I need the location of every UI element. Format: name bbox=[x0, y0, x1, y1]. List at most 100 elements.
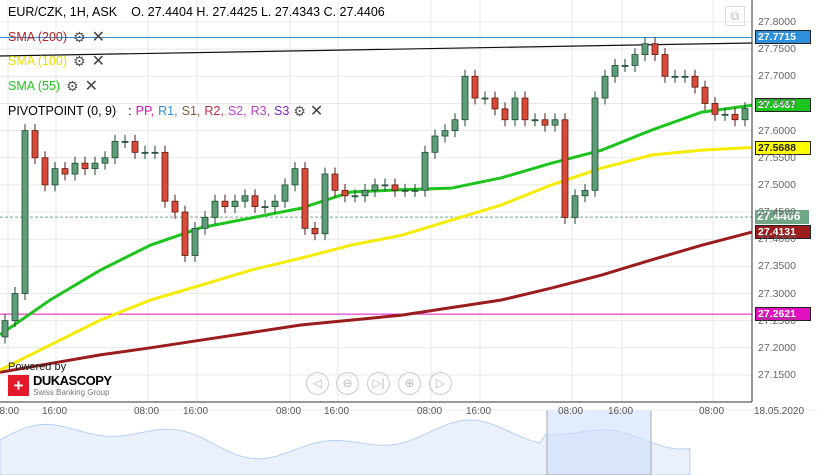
candle-bearish bbox=[541, 119, 549, 126]
popout-icon[interactable]: ⧉ bbox=[725, 6, 745, 26]
candle-bearish bbox=[81, 162, 89, 170]
candle-bullish bbox=[351, 195, 359, 198]
candle-bullish bbox=[741, 108, 749, 121]
close-icon[interactable]: ✕ bbox=[92, 27, 105, 47]
candle-bearish bbox=[491, 97, 499, 110]
scroll-to-end-button[interactable]: ▷| bbox=[367, 372, 390, 395]
candle-bearish bbox=[311, 227, 319, 235]
pivot-level-label: R2, bbox=[204, 104, 224, 118]
indicator-label: PIVOTPOINT (0, 9) bbox=[8, 104, 117, 118]
price-tick-label: 27.5000 bbox=[758, 178, 796, 191]
time-tick-label: 18.05.2020 bbox=[754, 406, 805, 417]
time-tick-label: 16:00 bbox=[466, 406, 492, 417]
time-tick-label: 08:00 bbox=[417, 406, 443, 417]
price-tick-label: 27.3000 bbox=[758, 287, 796, 300]
time-tick-label: 08:00 bbox=[276, 406, 302, 417]
candle-bearish bbox=[221, 200, 229, 208]
close-icon[interactable]: ✕ bbox=[92, 51, 105, 71]
candle-bullish bbox=[21, 130, 29, 294]
candle-bearish bbox=[301, 168, 309, 229]
candle-bullish bbox=[531, 119, 539, 122]
candle-bullish bbox=[641, 43, 649, 55]
price-tick-label: 27.5500 bbox=[758, 151, 796, 164]
candle-bearish bbox=[41, 157, 49, 186]
candle-bullish bbox=[111, 141, 119, 159]
candle-bullish bbox=[321, 173, 329, 235]
time-tick-label: 16:00 bbox=[183, 406, 209, 417]
price-tick-label: 27.7000 bbox=[758, 70, 796, 83]
candle-bullish bbox=[201, 217, 209, 229]
brand-name: DUKASCOPY bbox=[33, 373, 112, 388]
pivot-level-label: S1, bbox=[181, 104, 201, 118]
candle-bullish bbox=[611, 65, 619, 77]
candle-bullish bbox=[581, 189, 589, 197]
candle-bearish bbox=[501, 108, 509, 121]
pivot-levels: PP, R1, S1, R2, S2, R3, S3 bbox=[136, 104, 290, 118]
zoom-out-button[interactable]: ⊖ bbox=[336, 372, 359, 395]
gear-icon[interactable]: ⚙ bbox=[73, 29, 86, 46]
candle-bullish bbox=[271, 200, 279, 208]
gear-icon[interactable]: ⚙ bbox=[73, 53, 86, 70]
navigator-selection bbox=[546, 409, 652, 475]
candle-bearish bbox=[61, 168, 69, 175]
price-tick-label: 27.4000 bbox=[758, 233, 796, 246]
candle-bearish bbox=[161, 151, 169, 202]
scroll-right-button[interactable]: ▷ bbox=[429, 372, 452, 395]
candle-bearish bbox=[341, 189, 349, 197]
indicator-label: SMA (200) bbox=[8, 30, 68, 44]
candle-bullish bbox=[671, 75, 679, 78]
time-tick-label: 08:00 bbox=[558, 406, 584, 417]
candle-bullish bbox=[591, 97, 599, 191]
candle-bullish bbox=[721, 113, 729, 116]
scroll-left-button[interactable]: ◁ bbox=[306, 372, 329, 395]
time-tick-label: 16:00 bbox=[608, 406, 634, 417]
price-tick-label: 27.2000 bbox=[758, 341, 796, 354]
separator: : bbox=[128, 104, 132, 118]
indicator-label: SMA (100) bbox=[8, 54, 68, 68]
time-tick-label: 08:00 bbox=[0, 406, 20, 417]
indicator-label: SMA (55) bbox=[8, 79, 61, 93]
candle-bullish bbox=[281, 184, 289, 202]
dukascopy-logo: Powered by + DUKASCOPY Swiss Banking Gro… bbox=[8, 361, 112, 397]
candle-bullish bbox=[261, 206, 269, 209]
candle-bullish bbox=[431, 135, 439, 153]
candle-bullish bbox=[191, 227, 199, 256]
indicator-sma-200: SMA (200) ⚙ ✕ bbox=[8, 27, 105, 47]
candle-bullish bbox=[11, 293, 19, 322]
candle-bearish bbox=[31, 130, 39, 159]
indicator-sma-100: SMA (100) ⚙ ✕ bbox=[8, 51, 105, 71]
candle-bullish bbox=[451, 119, 459, 131]
candle-bearish bbox=[331, 173, 339, 191]
candle-bullish bbox=[551, 119, 559, 126]
candle-bearish bbox=[391, 184, 399, 191]
price-chart[interactable] bbox=[0, 0, 817, 475]
zoom-in-button[interactable]: ⊕ bbox=[398, 372, 421, 395]
candle-bullish bbox=[361, 189, 369, 197]
candle-bearish bbox=[131, 141, 139, 153]
time-tick-label: 08:00 bbox=[134, 406, 160, 417]
gear-icon[interactable]: ⚙ bbox=[293, 103, 306, 120]
close-icon[interactable]: ✕ bbox=[310, 101, 323, 121]
time-tick-label: 08:00 bbox=[699, 406, 725, 417]
candle-bearish bbox=[521, 97, 529, 121]
indicator-sma-55: SMA (55) ⚙ ✕ bbox=[8, 76, 98, 96]
candle-bullish bbox=[621, 65, 629, 67]
price-tick-label: 27.4500 bbox=[758, 206, 796, 219]
price-tick-label: 27.8000 bbox=[758, 16, 796, 28]
pivot-level-label: R3, bbox=[250, 104, 271, 118]
price-tick-label: 27.6500 bbox=[758, 97, 796, 110]
close-icon[interactable]: ✕ bbox=[85, 76, 98, 96]
gear-icon[interactable]: ⚙ bbox=[66, 78, 79, 95]
candle-bullish bbox=[241, 195, 249, 202]
time-tick-label: 16:00 bbox=[42, 406, 68, 417]
candle-bullish bbox=[411, 189, 419, 192]
candle-bullish bbox=[571, 195, 579, 218]
candle-bullish bbox=[101, 157, 109, 164]
candle-bullish bbox=[151, 151, 159, 154]
candle-bullish bbox=[231, 200, 239, 208]
candle-bullish bbox=[51, 168, 59, 186]
powered-by-text: Powered by bbox=[8, 361, 67, 373]
pivot-level-label: R1, bbox=[158, 104, 178, 118]
candle-bearish bbox=[181, 211, 189, 256]
candle-bearish bbox=[711, 103, 719, 115]
